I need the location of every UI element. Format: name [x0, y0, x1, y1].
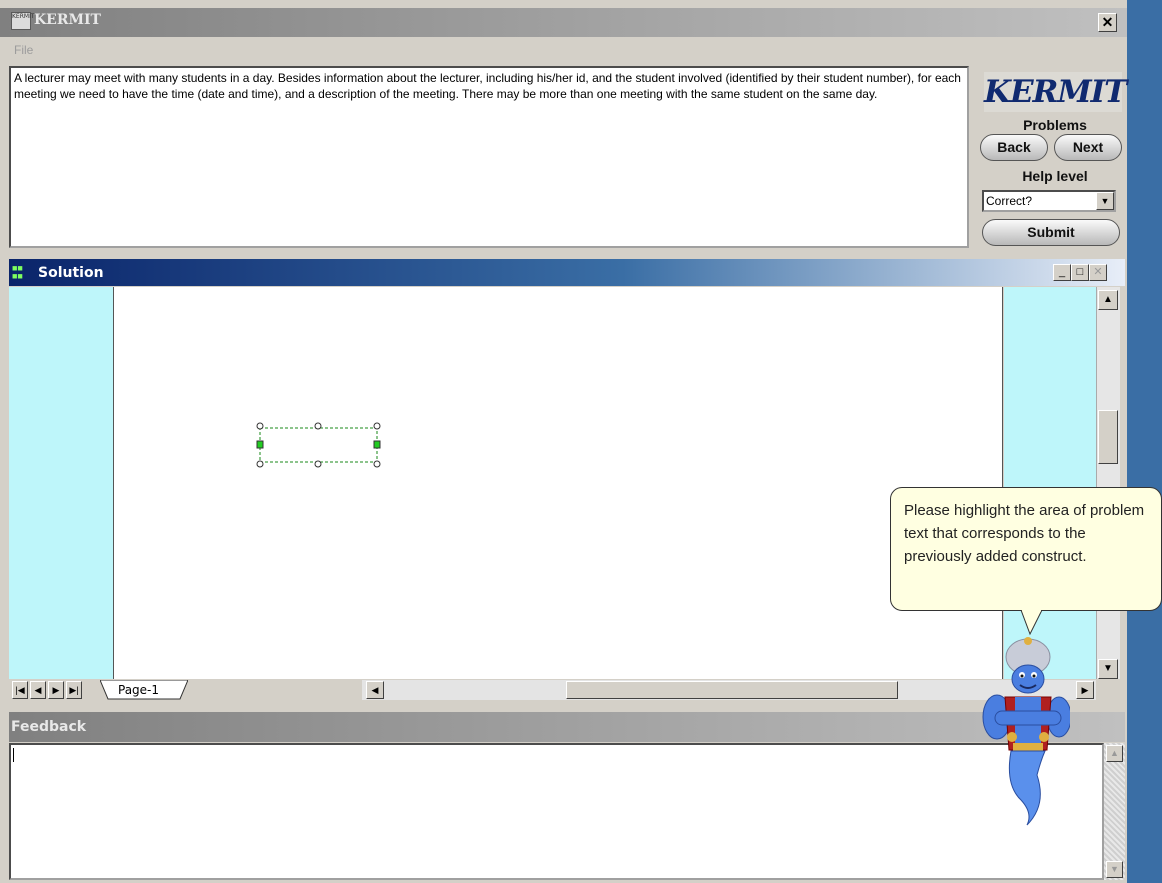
selected-entity-shape[interactable] — [256, 422, 381, 468]
next-button[interactable]: Next — [1054, 134, 1122, 161]
submit-button[interactable]: Submit — [982, 219, 1120, 246]
canvas-margin-left — [9, 287, 113, 679]
speech-bubble-tail — [1020, 610, 1043, 636]
feedback-scroll-down-icon[interactable]: ▼ — [1106, 861, 1123, 878]
solution-title: Solution — [38, 265, 104, 281]
next-page-icon[interactable]: ▶ — [48, 681, 64, 699]
problem-text[interactable]: A lecturer may meet with many students i… — [9, 66, 969, 248]
solution-titlebar[interactable] — [9, 259, 1125, 286]
horizontal-scroll-thumb[interactable] — [566, 681, 898, 699]
last-page-icon[interactable]: ▶| — [66, 681, 82, 699]
genie-icon[interactable] — [975, 635, 1070, 827]
diagram-icon: ■■ ■■ — [12, 263, 23, 281]
feedback-scrollbar[interactable] — [1104, 743, 1125, 880]
help-level-label: Help level — [1022, 168, 1088, 184]
desktop-background — [1127, 0, 1162, 883]
menu-bar — [0, 37, 1127, 62]
prev-page-icon[interactable]: ◀ — [30, 681, 46, 699]
vertical-scrollbar[interactable] — [1096, 287, 1120, 679]
maximize-button[interactable]: □ — [1071, 264, 1089, 281]
kermit-logo: KERMIT — [984, 72, 1127, 112]
first-page-icon[interactable]: |◀ — [12, 681, 28, 699]
scroll-right-icon[interactable]: ▶ — [1076, 681, 1094, 699]
back-button[interactable]: Back — [980, 134, 1048, 161]
scroll-up-icon[interactable]: ▲ — [1098, 290, 1118, 310]
close-button[interactable]: ✕ — [1098, 13, 1117, 32]
feedback-title: Feedback — [11, 719, 87, 735]
text-caret — [13, 748, 14, 762]
problems-label: Problems — [1023, 117, 1087, 133]
window-titlebar[interactable] — [0, 8, 1127, 37]
vertical-scroll-thumb[interactable] — [1098, 410, 1118, 464]
canvas-svg — [256, 422, 381, 468]
feedback-header — [9, 712, 1125, 742]
solution-close-button[interactable]: ✕ — [1089, 264, 1107, 281]
chevron-down-icon[interactable]: ▼ — [1096, 192, 1114, 210]
window-title: KERMIT — [34, 12, 101, 28]
scroll-left-icon[interactable]: ◀ — [366, 681, 384, 699]
scroll-down-icon[interactable]: ▼ — [1098, 659, 1118, 679]
canvas-margin-right — [1004, 287, 1096, 679]
minimize-button[interactable]: _ — [1053, 264, 1071, 281]
agent-speech-bubble: Please highlight the area of problem tex… — [890, 487, 1162, 611]
menu-file[interactable]: File — [14, 43, 33, 57]
diagram-canvas[interactable] — [113, 287, 1003, 679]
feedback-scroll-up-icon[interactable]: ▲ — [1106, 745, 1123, 762]
page-tab-label: Page-1 — [118, 683, 160, 697]
feedback-textbox[interactable] — [9, 743, 1104, 880]
app-icon: KERMIT — [11, 12, 35, 30]
